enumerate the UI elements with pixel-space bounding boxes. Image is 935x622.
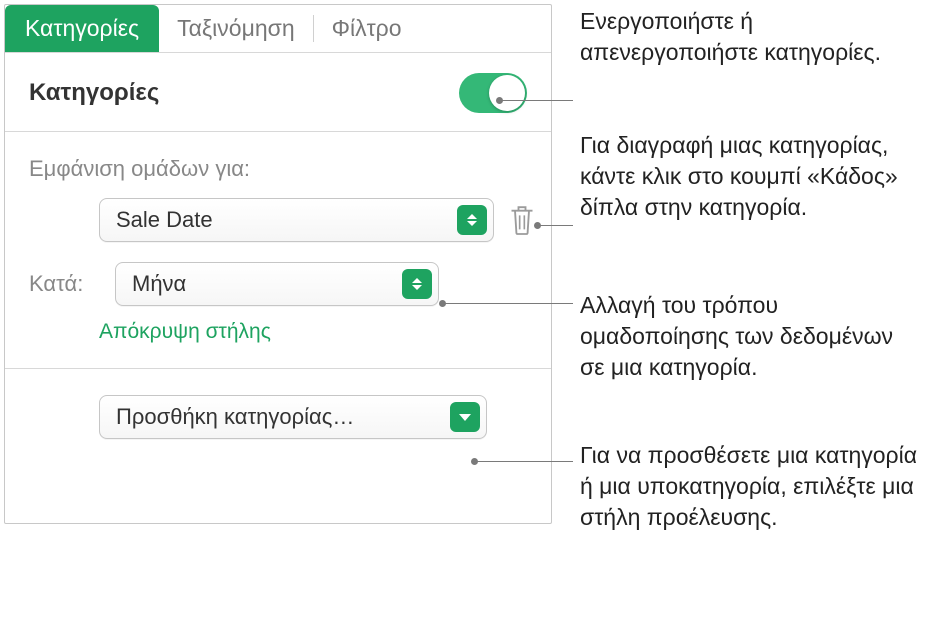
- delete-category-button[interactable]: [508, 201, 536, 239]
- callout-add-category: Για να προσθέσετε μια κατηγορία ή μια υπ…: [580, 440, 920, 533]
- tab-sort[interactable]: Ταξινόμηση: [159, 5, 313, 52]
- tab-filter[interactable]: Φίλτρο: [314, 5, 420, 52]
- callout-group-by: Αλλαγή του τρόπου ομαδοποίησης των δεδομ…: [580, 290, 920, 383]
- dropdown-caret-icon: [450, 402, 480, 432]
- callout-toggle: Ενεργοποιήστε ή απενεργοποιήστε κατηγορί…: [580, 6, 920, 68]
- category-select[interactable]: Sale Date: [99, 198, 494, 242]
- section-title: Κατηγορίες: [29, 79, 159, 107]
- group-by-value: Μήνα: [132, 271, 402, 297]
- dropdown-stepper-icon: [402, 269, 432, 299]
- add-category-label: Προσθήκη κατηγορίας…: [116, 404, 450, 430]
- tab-bar: Κατηγορίες Ταξινόμηση Φίλτρο: [5, 5, 551, 53]
- callout-trash: Για διαγραφή μιας κατηγορίας, κάντε κλικ…: [580, 130, 920, 223]
- categories-toggle[interactable]: [459, 73, 527, 113]
- group-by-label: Κατά:: [29, 271, 97, 297]
- category-row: Sale Date: [99, 198, 527, 242]
- trash-icon: [508, 203, 536, 237]
- toggle-knob: [489, 75, 525, 111]
- panel-body: Εμφάνιση ομάδων για: Sale Date Κατά: Μήν…: [5, 132, 551, 439]
- add-category-select[interactable]: Προσθήκη κατηγορίας…: [99, 395, 487, 439]
- group-by-select[interactable]: Μήνα: [115, 262, 439, 306]
- section-header: Κατηγορίες: [5, 53, 551, 132]
- categories-panel: Κατηγορίες Ταξινόμηση Φίλτρο Κατηγορίες …: [4, 4, 552, 524]
- divider: [5, 368, 551, 369]
- tab-categories[interactable]: Κατηγορίες: [5, 5, 159, 52]
- category-select-value: Sale Date: [116, 207, 457, 233]
- group-by-row: Κατά: Μήνα: [29, 262, 527, 306]
- dropdown-stepper-icon: [457, 205, 487, 235]
- groups-for-label: Εμφάνιση ομάδων για:: [29, 156, 527, 182]
- hide-column-link[interactable]: Απόκρυψη στήλης: [99, 320, 271, 344]
